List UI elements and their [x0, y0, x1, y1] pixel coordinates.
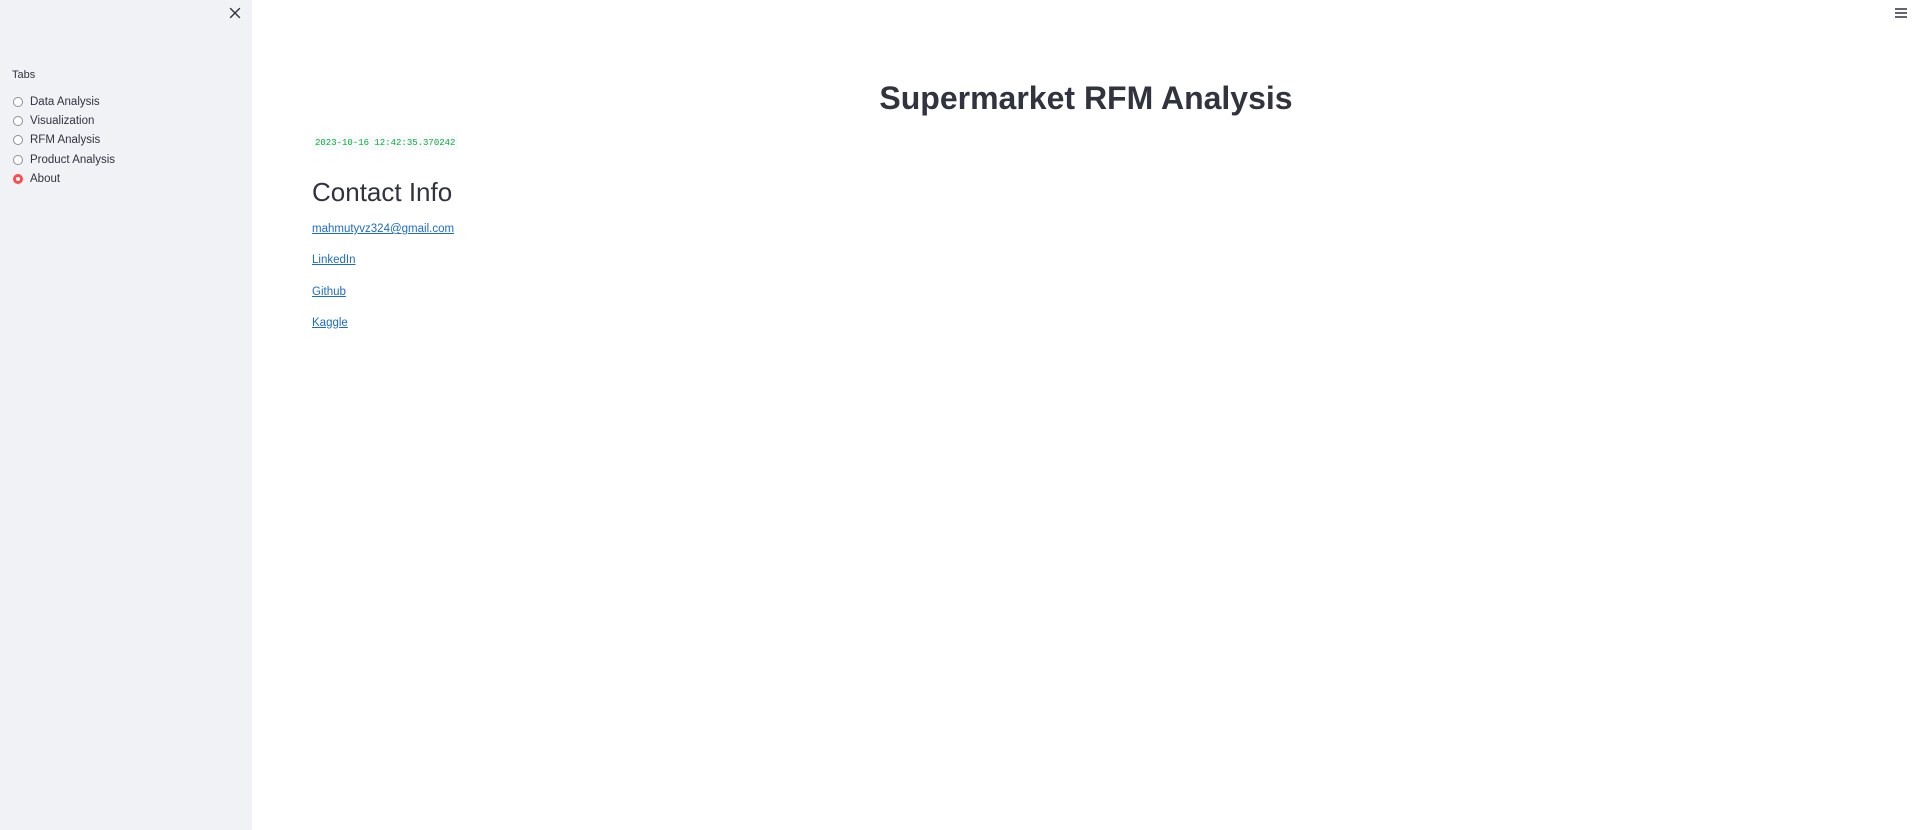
main-content: Supermarket RFM Analysis 2023-10-16 12:4… — [252, 0, 1920, 830]
github-link[interactable]: Github — [312, 286, 346, 298]
radio-option-label: Product Analysis — [30, 153, 116, 166]
tabs-radio-group: Data Analysis Visualization RFM Analysis… — [13, 92, 115, 189]
radio-option-about[interactable]: About — [13, 170, 115, 189]
radio-option-data-analysis[interactable]: Data Analysis — [13, 92, 115, 111]
hamburger-menu-icon — [1895, 8, 1907, 18]
radio-option-label: Visualization — [30, 115, 95, 128]
radio-button[interactable] — [13, 116, 23, 127]
radio-button-selected[interactable] — [13, 174, 23, 185]
radio-option-label: Data Analysis — [30, 95, 100, 108]
main-menu-button[interactable] — [1891, 4, 1911, 22]
app-window: Tabs Data Analysis Visualization RFM Ana… — [0, 0, 1920, 830]
radio-option-rfm-analysis[interactable]: RFM Analysis — [13, 131, 115, 150]
sidebar: Tabs Data Analysis Visualization RFM Ana… — [0, 0, 252, 830]
page-title: Supermarket RFM Analysis — [879, 80, 1293, 116]
radio-button[interactable] — [13, 135, 23, 146]
linkedin-link[interactable]: LinkedIn — [312, 254, 355, 266]
radio-option-label: RFM Analysis — [30, 134, 101, 147]
kaggle-link[interactable]: Kaggle — [312, 317, 348, 329]
radio-group-label: Tabs — [12, 69, 36, 81]
radio-option-product-analysis[interactable]: Product Analysis — [13, 150, 115, 169]
radio-button[interactable] — [13, 154, 23, 165]
timestamp-code: 2023-10-16 12:42:35.370242 — [312, 136, 459, 150]
email-link[interactable]: mahmutyvz324@gmail.com — [312, 223, 454, 235]
radio-option-visualization[interactable]: Visualization — [13, 111, 115, 130]
radio-option-label: About — [30, 173, 61, 186]
contact-info-heading: Contact Info — [312, 177, 453, 207]
close-sidebar-button[interactable] — [226, 4, 244, 22]
radio-button[interactable] — [13, 96, 23, 107]
close-icon — [229, 7, 241, 19]
